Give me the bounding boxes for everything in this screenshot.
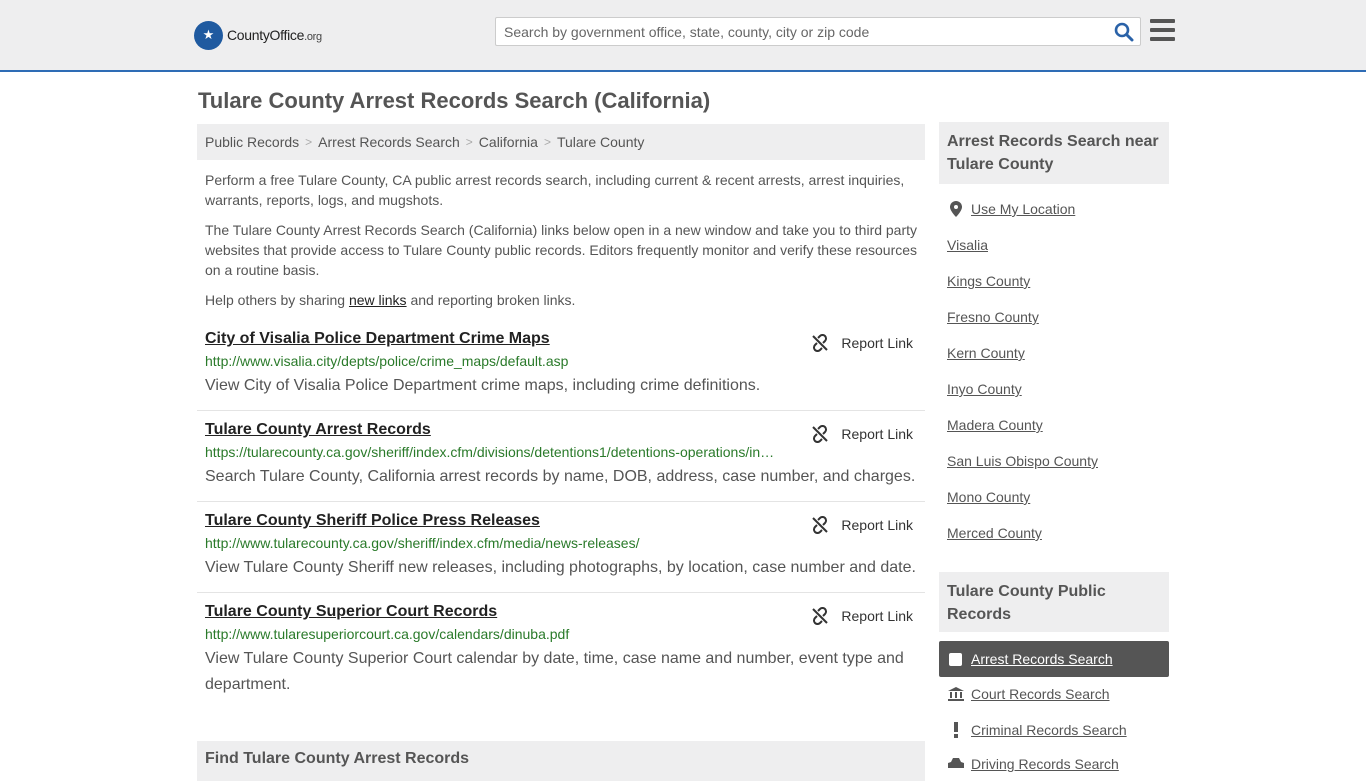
breadcrumb-california[interactable]: California xyxy=(479,134,538,150)
result-divider xyxy=(197,501,925,502)
sidebar-item-criminal-records-search[interactable]: Criminal Records Search xyxy=(947,722,1127,738)
broken-link-icon xyxy=(812,607,829,625)
breadcrumb-separator-icon: > xyxy=(465,135,473,149)
report-link-label: Report Link xyxy=(841,608,913,624)
result-description: View Tulare County Sheriff new releases,… xyxy=(205,559,916,576)
breadcrumb-public-records[interactable]: Public Records xyxy=(205,134,299,150)
result-item: Tulare County Superior Court Records Rep… xyxy=(197,603,925,698)
result-item: Tulare County Arrest Records Report Link… xyxy=(197,421,925,490)
result-title-link[interactable]: Tulare County Superior Court Records xyxy=(205,603,497,621)
sidebar-item-merced-county[interactable]: Merced County xyxy=(947,525,1042,541)
sidebar-item-madera-county[interactable]: Madera County xyxy=(947,417,1043,433)
result-divider xyxy=(197,592,925,593)
report-link-label: Report Link xyxy=(841,517,913,533)
sidebar-item-visalia[interactable]: Visalia xyxy=(947,237,988,253)
result-description: View City of Visalia Police Department c… xyxy=(205,377,761,394)
result-url: http://www.tularesuperiorcourt.ca.gov/ca… xyxy=(205,626,570,642)
search-icon[interactable] xyxy=(1114,22,1134,42)
result-title-link[interactable]: Tulare County Arrest Records xyxy=(205,421,431,439)
site-logo[interactable]: ★ CountyOffice.org xyxy=(194,20,322,50)
new-links-link[interactable]: new links xyxy=(349,292,407,308)
broken-link-icon xyxy=(812,516,829,534)
result-description: Search Tulare County, California arrest … xyxy=(205,468,916,485)
report-link-button[interactable]: Report Link xyxy=(811,516,913,534)
result-item: City of Visalia Police Department Crime … xyxy=(197,330,925,399)
exclamation-icon xyxy=(947,722,965,738)
logo-badge-icon: ★ xyxy=(194,20,223,50)
result-url: http://www.tularecounty.ca.gov/sheriff/i… xyxy=(205,535,640,551)
use-my-location-link[interactable]: Use My Location xyxy=(947,201,1075,217)
result-url: http://www.visalia.city/depts/police/cri… xyxy=(205,353,569,369)
page-title: Tulare County Arrest Records Search (Cal… xyxy=(198,88,711,113)
intro-paragraph-3: Help others by sharing new links and rep… xyxy=(205,292,576,308)
car-icon xyxy=(947,758,965,770)
result-item: Tulare County Sheriff Police Press Relea… xyxy=(197,512,925,581)
sidebar-public-records-heading: Tulare County Public Records xyxy=(939,572,1169,632)
sidebar-item-court-records-search[interactable]: Court Records Search xyxy=(947,686,1110,702)
courthouse-icon xyxy=(947,687,965,701)
sidebar-item-mono-county[interactable]: Mono County xyxy=(947,489,1030,505)
sidebar-near-heading: Arrest Records Search near Tulare County xyxy=(939,122,1169,184)
sidebar-item-fresno-county[interactable]: Fresno County xyxy=(947,309,1039,325)
top-header: ★ CountyOffice.org xyxy=(0,0,1366,72)
report-link-button[interactable]: Report Link xyxy=(811,425,913,443)
intro-paragraph-1: Perform a free Tulare County, CA public … xyxy=(205,172,905,208)
breadcrumb: Public Records > Arrest Records Search >… xyxy=(197,124,925,160)
breadcrumb-separator-icon: > xyxy=(543,135,551,149)
sidebar-item-san-luis-obispo-county[interactable]: San Luis Obispo County xyxy=(947,453,1098,469)
result-url: https://tularecounty.ca.gov/sheriff/inde… xyxy=(205,444,775,460)
sidebar-item-label: Arrest Records Search xyxy=(971,651,1113,667)
result-divider xyxy=(197,410,925,411)
logo-tld: .org xyxy=(304,31,322,43)
hamburger-menu-icon[interactable] xyxy=(1150,19,1175,41)
result-title-link[interactable]: Tulare County Sheriff Police Press Relea… xyxy=(205,512,540,530)
result-description: View Tulare County Superior Court calend… xyxy=(205,650,904,693)
intro-paragraph-2: The Tulare County Arrest Records Search … xyxy=(205,222,918,278)
use-my-location-label: Use My Location xyxy=(971,201,1076,217)
report-link-button[interactable]: Report Link xyxy=(811,607,913,625)
breadcrumb-tulare-county[interactable]: Tulare County xyxy=(557,134,644,150)
sidebar-item-driving-records-search[interactable]: Driving Records Search xyxy=(947,756,1119,772)
report-link-label: Report Link xyxy=(841,426,913,442)
sidebar-item-inyo-county[interactable]: Inyo County xyxy=(947,381,1022,397)
broken-link-icon xyxy=(812,425,829,443)
search-box xyxy=(495,17,1141,46)
sidebar-item-label: Driving Records Search xyxy=(971,756,1119,772)
sidebar-item-kern-county[interactable]: Kern County xyxy=(947,345,1025,361)
logo-text: CountyOffice xyxy=(227,27,305,43)
checkbox-icon xyxy=(949,652,962,666)
sidebar-item-label: Criminal Records Search xyxy=(971,722,1127,738)
report-link-label: Report Link xyxy=(841,335,913,351)
broken-link-icon xyxy=(812,334,829,352)
sidebar-item-kings-county[interactable]: Kings County xyxy=(947,273,1030,289)
result-title-link[interactable]: City of Visalia Police Department Crime … xyxy=(205,330,550,348)
sidebar-item-label: Court Records Search xyxy=(971,686,1110,702)
sidebar-item-arrest-records-search[interactable]: Arrest Records Search xyxy=(939,641,1169,677)
find-records-heading: Find Tulare County Arrest Records xyxy=(197,741,925,781)
search-input[interactable] xyxy=(496,18,1106,45)
breadcrumb-arrest-records-search[interactable]: Arrest Records Search xyxy=(318,134,460,150)
report-link-button[interactable]: Report Link xyxy=(811,334,913,352)
breadcrumb-separator-icon: > xyxy=(305,135,313,149)
map-pin-icon xyxy=(947,201,965,217)
